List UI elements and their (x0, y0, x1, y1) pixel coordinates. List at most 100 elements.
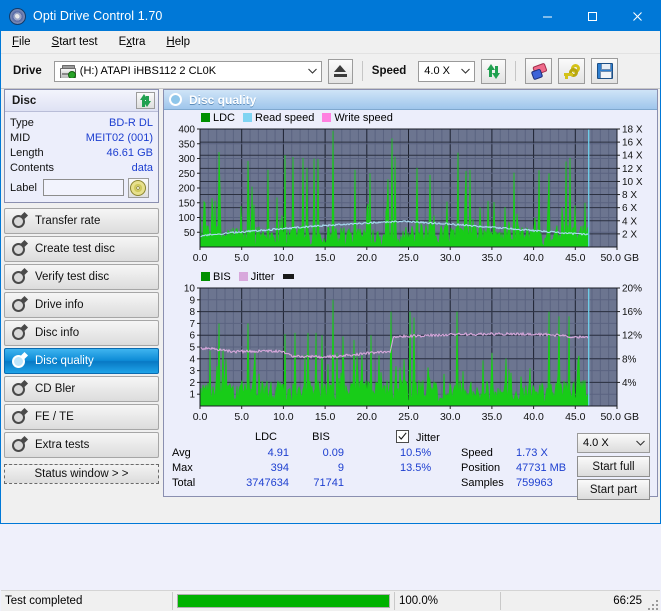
disc-row-length: Length 46.61 GB (10, 145, 153, 160)
disc-label-input[interactable] (42, 179, 124, 196)
legend-item-ldc: LDC (201, 112, 235, 124)
erase-button[interactable] (525, 58, 553, 84)
disc-gear-icon (11, 267, 29, 285)
sidebar-item-drive-info[interactable]: Drive info (4, 292, 159, 318)
main-panel: Disc quality LDC Read speed Write speed … (163, 89, 658, 500)
legend-label: BIS (213, 270, 231, 283)
eraser-icon (529, 62, 549, 81)
save-button[interactable] (591, 58, 619, 84)
disc-row-key: Type (10, 116, 34, 129)
speed-stat-label: Speed (461, 447, 493, 459)
speed-select[interactable]: 4.0 X (418, 60, 476, 82)
svg-text:2: 2 (189, 378, 195, 389)
svg-text:8: 8 (189, 307, 195, 318)
svg-text:50.0 GB: 50.0 GB (600, 411, 639, 423)
eject-button[interactable] (327, 58, 353, 84)
svg-text:5.0: 5.0 (234, 411, 249, 423)
svg-text:6 X: 6 X (622, 203, 637, 214)
key-button[interactable] (558, 58, 586, 84)
svg-text:35.0: 35.0 (482, 252, 503, 264)
toolbar-separator-1 (361, 61, 363, 81)
stats-total-bis: 71741 (313, 477, 344, 489)
sidebar-item-cd-bler[interactable]: CD Bler (4, 376, 159, 402)
progress-bar (177, 594, 390, 608)
maximize-button[interactable] (570, 1, 615, 31)
sidebar-item-label: Drive info (35, 299, 84, 311)
ldc-chart[interactable]: 50 100 150 200 250 300 350 400 2 X 4 X 6 X 8 X 10 X 1… (167, 124, 654, 268)
disc-row-value: BD-R DL (108, 116, 153, 129)
ldc-chart-legend: LDC Read speed Write speed (167, 111, 654, 124)
menu-item-help[interactable]: Help (164, 34, 192, 50)
status-window-button[interactable]: Status window > > (4, 464, 159, 484)
svg-text:12 X: 12 X (622, 164, 643, 175)
sidebar-item-fe-te[interactable]: FE / TE (4, 404, 159, 430)
stats-max-bis: 9 (337, 462, 344, 474)
refresh-button[interactable] (481, 58, 507, 84)
legend-item-write-speed: Write speed (322, 112, 393, 124)
main-panel-header: Disc quality (164, 90, 657, 110)
menu-item-file[interactable]: File (10, 34, 33, 50)
disc-panel-title: Disc (12, 94, 37, 107)
svg-text:20%: 20% (622, 284, 642, 295)
disc-refresh-button[interactable] (136, 92, 155, 109)
close-button[interactable] (615, 1, 660, 31)
menu-item-extra[interactable]: Extra (117, 34, 148, 50)
drive-select[interactable]: (H:) ATAPI iHBS112 2 CL0K (53, 60, 322, 82)
svg-text:10: 10 (184, 284, 196, 295)
test-speed-select[interactable]: 4.0 X (577, 433, 650, 453)
refresh-icon (139, 94, 152, 107)
stats-avg-jitter: 10.5% (400, 447, 432, 459)
progress-fill (178, 595, 389, 607)
sidebar-item-transfer-rate[interactable]: Transfer rate (4, 208, 159, 234)
legend-swatch (322, 113, 332, 122)
legend-swatch (238, 272, 248, 281)
chevron-down-icon (457, 68, 474, 74)
svg-text:25.0: 25.0 (398, 411, 419, 423)
legend-label: Read speed (255, 111, 315, 124)
resize-grip[interactable] (646, 598, 658, 610)
stats-avg-ldc: 4.91 (267, 447, 289, 459)
disc-gear-icon (11, 351, 29, 369)
minimize-button[interactable] (525, 1, 570, 31)
legend-swatch (243, 113, 253, 122)
jitter-checkbox[interactable] (396, 430, 409, 444)
disc-label-row: Label (10, 177, 153, 198)
stats-col-bis: BIS (312, 431, 330, 443)
svg-text:8 X: 8 X (622, 190, 637, 201)
disc-row-key: Contents (10, 161, 55, 174)
charts-container: LDC Read speed Write speed 50 100 150 200 25… (164, 110, 657, 427)
sidebar-nav: Transfer rate Create test disc Verify te… (4, 208, 159, 458)
svg-text:20.0: 20.0 (357, 411, 378, 423)
disc-row-value: data (131, 161, 153, 174)
chevron-down-icon (632, 440, 649, 446)
legend-item-extra (282, 274, 294, 279)
svg-text:10.0: 10.0 (273, 411, 294, 423)
sidebar-item-disc-info[interactable]: Disc info (4, 320, 159, 346)
svg-text:10 X: 10 X (622, 177, 643, 188)
sidebar-item-create-test-disc[interactable]: Create test disc (4, 236, 159, 262)
speed-label: Speed (371, 65, 407, 77)
stats-total-ldc: 3747634 (246, 477, 289, 489)
svg-text:30.0: 30.0 (440, 252, 461, 264)
disc-label-key: Label (10, 181, 37, 194)
sidebar-item-verify-test-disc[interactable]: Verify test disc (4, 264, 159, 290)
svg-text:5: 5 (189, 343, 195, 354)
window-title: Opti Drive Control 1.70 (33, 9, 163, 23)
svg-text:100: 100 (178, 213, 195, 224)
disc-gear-icon (11, 323, 29, 341)
svg-text:40.0: 40.0 (523, 252, 544, 264)
disc-row-mid: MID MEIT02 (001) (10, 130, 153, 145)
sidebar-item-extra-tests[interactable]: Extra tests (4, 432, 159, 458)
position-label: Position (461, 462, 501, 474)
svg-text:18 X: 18 X (622, 125, 643, 136)
eject-icon (333, 65, 347, 77)
start-full-button[interactable]: Start full (577, 456, 650, 477)
disc-gear-icon (11, 379, 29, 397)
disc-label-button[interactable] (127, 177, 149, 198)
sidebar-item-disc-quality[interactable]: Disc quality (4, 348, 159, 374)
svg-text:45.0: 45.0 (565, 411, 586, 423)
start-part-button[interactable]: Start part (577, 479, 650, 500)
svg-text:4: 4 (189, 354, 195, 365)
bis-chart[interactable]: 1 2 3 4 5 6 7 8 9 10 4% 8% 12% 16% 20% 0.0 5.0 10.0 15.0 20… (167, 283, 654, 427)
menu-item-start-test[interactable]: Start test (50, 34, 100, 50)
